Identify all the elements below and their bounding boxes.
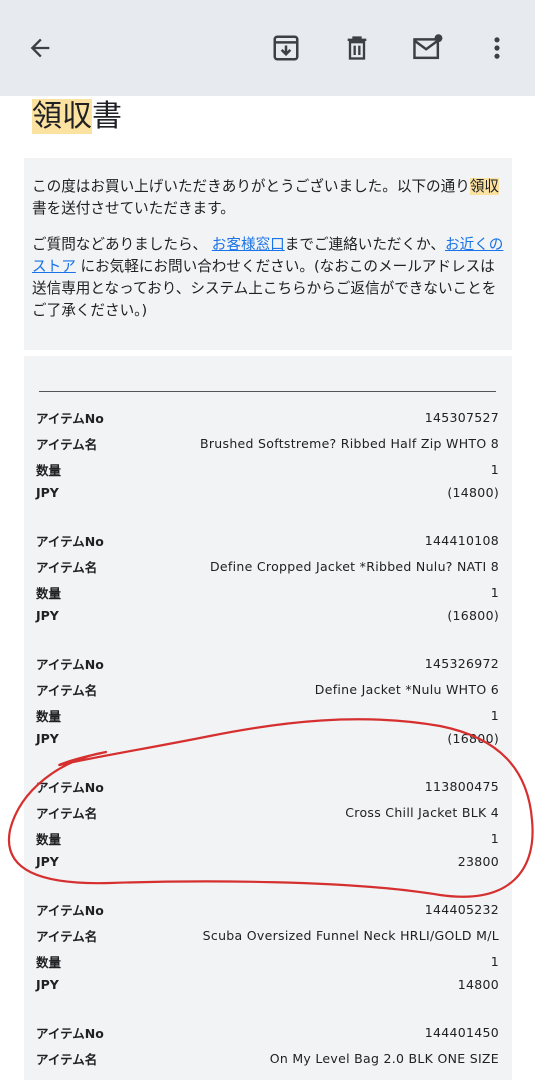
item-2-qty-row: 数量 1 (36, 581, 499, 603)
item-3-price-row: JPY (16800) (36, 727, 499, 749)
item-2-price-row: JPY (16800) (36, 604, 499, 626)
qty-label: 数量 (36, 585, 62, 601)
price-value: (16800) (447, 607, 499, 623)
item-name-label: アイテム名 (36, 1051, 98, 1067)
qty-label: 数量 (36, 831, 62, 847)
item-name-label: アイテム名 (36, 928, 98, 944)
item-6-name-row: アイテム名 On My Level Bag 2.0 BLK ONE SIZE (36, 1047, 499, 1069)
arrow-back-icon[interactable] (22, 30, 58, 66)
app-bar (0, 0, 535, 96)
item-4-no-row: アイテムNo 113800475 (36, 775, 499, 797)
item-no-label: アイテムNo (36, 1025, 104, 1041)
item-no-value: 144405232 (424, 901, 499, 917)
jpy-label: JPY (36, 607, 59, 623)
customer-service-link[interactable]: お客様窓口 (212, 236, 285, 253)
intro-text: 書を送付させていただきます。 (32, 200, 235, 217)
qty-value: 1 (490, 830, 499, 846)
item-2-no-row: アイテムNo 144410108 (36, 529, 499, 551)
item-name-label: アイテム名 (36, 805, 98, 821)
qty-value: 1 (490, 584, 499, 600)
item-no-value: 144410108 (424, 532, 499, 548)
item-2-name-row: アイテム名 Define Cropped Jacket *Ribbed Nulu?… (36, 555, 499, 577)
horizontal-rule (39, 391, 496, 392)
qty-label: 数量 (36, 954, 62, 970)
item-name-label: アイテム名 (36, 682, 98, 698)
email-title: 領収書 (32, 98, 122, 136)
trash-icon[interactable] (339, 30, 375, 66)
price-value: (16800) (447, 730, 499, 746)
intro-text: にお気軽にお問い合わせください。(なおこのメールアドレスは送信専用となっており、… (32, 258, 497, 319)
more-vert-icon[interactable] (479, 30, 515, 66)
jpy-label: JPY (36, 976, 59, 992)
item-name-value: On My Level Bag 2.0 BLK ONE SIZE (269, 1050, 499, 1066)
intro-text: ご質問などありましたら、 (32, 236, 208, 253)
email-body: 領収書 この度はお買い上げいただきありがとうございました。以下の通り領収書を送付… (0, 96, 535, 1080)
item-3-no-row: アイテムNo 145326972 (36, 652, 499, 674)
price-value: 14800 (457, 976, 499, 992)
item-5-no-row: アイテムNo 144405232 (36, 898, 499, 920)
item-3-qty-row: 数量 1 (36, 704, 499, 726)
intro-text: までご連絡いただくか、 (284, 236, 446, 253)
item-1-qty-row: 数量 1 (36, 458, 499, 480)
item-no-value: 113800475 (424, 778, 499, 794)
qty-value: 1 (490, 707, 499, 723)
item-no-value: 145307527 (424, 409, 499, 425)
item-6-no-row: アイテムNo 144401450 (36, 1021, 499, 1043)
intro-section: この度はお買い上げいただきありがとうございました。以下の通り領収書を送付させてい… (24, 158, 512, 350)
item-name-value: Define Jacket *Nulu WHTO 6 (314, 681, 499, 697)
intro-highlight: 領収 (469, 178, 500, 195)
intro-paragraph-2: ご質問などありましたら、 お客様窓口までご連絡いただくか、お近くのストア にお気… (32, 234, 504, 322)
jpy-label: JPY (36, 484, 59, 500)
qty-value: 1 (490, 461, 499, 477)
item-no-value: 144401450 (424, 1024, 499, 1040)
item-no-label: アイテムNo (36, 656, 104, 672)
item-name-value: Scuba Oversized Funnel Neck HRLI/GOLD M/… (202, 927, 499, 943)
price-value: (14800) (447, 484, 499, 500)
item-name-value: Brushed Softstreme? Ribbed Half Zip WHTO… (199, 435, 499, 451)
jpy-label: JPY (36, 853, 59, 869)
qty-label: 数量 (36, 462, 62, 478)
item-name-label: アイテム名 (36, 559, 98, 575)
item-5-name-row: アイテム名 Scuba Oversized Funnel Neck HRLI/GO… (36, 924, 499, 946)
item-1-name-row: アイテム名 Brushed Softstreme? Ribbed Half Zip… (36, 432, 499, 454)
jpy-label: JPY (36, 730, 59, 746)
title-rest: 書 (92, 99, 122, 134)
intro-text: この度はお買い上げいただきありがとうございました。以下の通り (32, 178, 470, 195)
item-no-label: アイテムNo (36, 533, 104, 549)
item-no-label: アイテムNo (36, 902, 104, 918)
archive-icon[interactable] (268, 30, 304, 66)
item-1-no-row: アイテムNo 145307527 (36, 406, 499, 428)
qty-value: 1 (490, 953, 499, 969)
item-5-price-row: JPY 14800 (36, 973, 499, 995)
item-no-label: アイテムNo (36, 410, 104, 426)
item-1-price-row: JPY (14800) (36, 481, 499, 503)
item-4-qty-row: 数量 1 (36, 827, 499, 849)
qty-label: 数量 (36, 708, 62, 724)
items-list: アイテムNo 145307527 アイテム名 Brushed Softstreme?… (24, 356, 512, 1080)
intro-paragraph-1: この度はお買い上げいただきありがとうございました。以下の通り領収書を送付させてい… (32, 176, 504, 220)
item-name-value: Cross Chill Jacket BLK 4 (345, 804, 499, 820)
item-3-name-row: アイテム名 Define Jacket *Nulu WHTO 6 (36, 678, 499, 700)
item-name-value: Define Cropped Jacket *Ribbed Nulu? NATI… (210, 558, 499, 574)
item-5-qty-row: 数量 1 (36, 950, 499, 972)
item-4-price-row: JPY 23800 (36, 850, 499, 872)
price-value: 23800 (457, 853, 499, 869)
item-name-label: アイテム名 (36, 436, 98, 452)
item-4-name-row: アイテム名 Cross Chill Jacket BLK 4 (36, 801, 499, 823)
item-no-label: アイテムNo (36, 779, 104, 795)
mark-unread-icon[interactable] (410, 30, 446, 66)
title-highlight: 領収 (32, 99, 92, 134)
item-no-value: 145326972 (424, 655, 499, 671)
title-card: 領収書 (24, 96, 512, 158)
